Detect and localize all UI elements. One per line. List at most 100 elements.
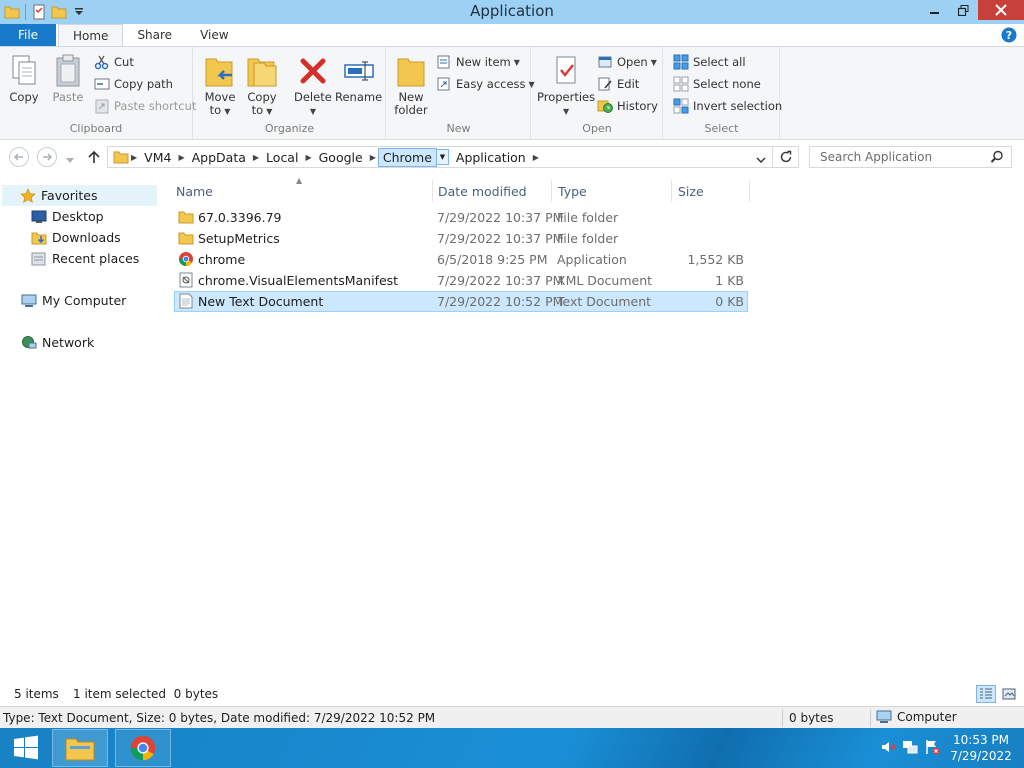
column-header-name[interactable]: Name xyxy=(176,180,432,202)
breadcrumb-appdata[interactable]: AppData xyxy=(187,150,251,165)
invert-selection-button[interactable]: Invert selection xyxy=(672,96,782,116)
selected-size: 0 bytes xyxy=(789,711,834,725)
select-all-button[interactable]: Select all xyxy=(672,52,746,72)
copy-button[interactable]: Copy xyxy=(6,51,42,104)
file-type: File folder xyxy=(557,210,619,225)
clock[interactable]: 10:53 PM 7/29/2022 xyxy=(946,732,1016,764)
delete-button[interactable]: Delete ▼ xyxy=(294,51,332,118)
search-icon[interactable] xyxy=(990,150,1004,167)
details-view-button[interactable] xyxy=(976,685,996,703)
computer-icon xyxy=(20,293,38,309)
taskbar-chrome[interactable] xyxy=(115,729,171,767)
file-size: 0 KB xyxy=(715,294,744,309)
history-icon xyxy=(596,97,614,115)
file-size: 1 KB xyxy=(715,273,744,288)
file-row[interactable]: SetupMetrics 7/29/2022 10:37 PM File fol… xyxy=(174,228,748,249)
breadcrumb-vm4[interactable]: VM4 xyxy=(139,150,176,165)
action-center-icon[interactable] xyxy=(924,739,940,758)
customize-qat-icon[interactable] xyxy=(69,1,89,23)
scissors-icon xyxy=(93,53,111,71)
paste-button[interactable]: Paste xyxy=(50,51,86,104)
computer-icon xyxy=(876,710,892,723)
nav-downloads[interactable]: Downloads xyxy=(30,227,121,248)
open-button[interactable]: Open ▼ xyxy=(596,52,657,72)
minimize-button[interactable] xyxy=(920,0,949,20)
file-row[interactable]: 67.0.3396.79 7/29/2022 10:37 PM File fol… xyxy=(174,207,748,228)
ribbon-home: Copy Paste Cut Copy path Paste shortcut xyxy=(0,46,1024,140)
file-date: 7/29/2022 10:52 PM xyxy=(437,294,564,309)
address-folder-icon xyxy=(108,149,129,165)
new-folder-qat-icon[interactable] xyxy=(49,1,69,23)
file-row-selected[interactable]: New Text Document 7/29/2022 10:52 PM Tex… xyxy=(174,291,748,312)
history-button[interactable]: History xyxy=(596,96,658,116)
quick-access-toolbar xyxy=(0,0,89,24)
volume-muted-icon[interactable] xyxy=(880,739,896,758)
search-input[interactable] xyxy=(818,149,988,165)
move-to-icon xyxy=(202,51,238,91)
nav-desktop[interactable]: Desktop xyxy=(30,206,104,227)
restore-button[interactable] xyxy=(949,0,978,20)
close-button[interactable] xyxy=(978,0,1024,20)
nav-recent-places[interactable]: Recent places xyxy=(30,248,139,269)
start-button[interactable] xyxy=(6,729,46,767)
move-to-button[interactable]: Move to ▼ xyxy=(202,51,238,118)
column-header-date-modified[interactable]: Date modified xyxy=(438,180,552,202)
nav-network[interactable]: Network xyxy=(20,332,94,353)
folder-icon xyxy=(178,209,194,225)
breadcrumb-application[interactable]: Application xyxy=(451,150,531,165)
tab-view[interactable]: View xyxy=(186,24,242,46)
refresh-icon xyxy=(780,150,791,163)
copy-path-icon xyxy=(93,75,111,93)
copy-to-button[interactable]: Copy to ▼ xyxy=(244,51,280,118)
breadcrumb-chrome-dropdown[interactable]: ▼ xyxy=(435,149,449,165)
properties-qat-icon[interactable] xyxy=(29,1,49,23)
up-arrow-icon[interactable] xyxy=(86,149,102,168)
forward-button[interactable] xyxy=(37,147,57,167)
taskbar-file-explorer[interactable] xyxy=(52,729,108,767)
nav-favorites[interactable]: Favorites xyxy=(2,185,157,206)
search-box[interactable] xyxy=(809,146,1012,168)
group-label-select: Select xyxy=(704,122,739,135)
file-size: 1,552 KB xyxy=(687,252,744,267)
paste-shortcut-button[interactable]: Paste shortcut xyxy=(93,96,196,116)
easy-access-button[interactable]: Easy access ▼ xyxy=(435,74,535,94)
group-clipboard: Copy Paste Cut Copy path Paste shortcut xyxy=(0,47,196,139)
file-name: chrome.VisualElementsManifest xyxy=(198,273,399,288)
paste-shortcut-icon xyxy=(93,97,111,115)
rename-button[interactable]: Rename xyxy=(335,51,382,104)
new-item-button[interactable]: New item ▼ xyxy=(435,52,520,72)
select-none-button[interactable]: Select none xyxy=(672,74,761,94)
downloads-icon xyxy=(30,230,48,246)
breadcrumb-google[interactable]: Google xyxy=(314,150,368,165)
recent-locations-icon[interactable] xyxy=(66,153,74,167)
nav-my-computer[interactable]: My Computer xyxy=(20,290,126,311)
back-button[interactable] xyxy=(9,147,29,167)
properties-button[interactable]: Properties ▼ xyxy=(537,51,595,118)
file-row[interactable]: chrome.VisualElementsManifest 7/29/2022 … xyxy=(174,270,748,291)
network-icon xyxy=(20,335,38,351)
column-header-size[interactable]: Size xyxy=(678,180,748,202)
cut-button[interactable]: Cut xyxy=(93,52,134,72)
copy-path-button[interactable]: Copy path xyxy=(93,74,173,94)
new-folder-button[interactable]: New folder xyxy=(393,51,429,117)
tab-home[interactable]: Home xyxy=(58,24,124,46)
tab-share[interactable]: Share xyxy=(123,24,186,46)
file-date: 7/29/2022 10:37 PM xyxy=(437,210,564,225)
folder-icon xyxy=(178,230,194,246)
address-bar[interactable]: ▶ VM4 ▶ AppData ▶ Local ▶ Google ▶ Chrom… xyxy=(107,146,773,168)
help-icon[interactable]: ? xyxy=(1000,26,1018,44)
edit-button[interactable]: Edit xyxy=(596,74,639,94)
refresh-button[interactable] xyxy=(773,146,799,168)
address-history-dropdown[interactable] xyxy=(756,152,766,167)
breadcrumb-local[interactable]: Local xyxy=(261,150,303,165)
column-header-type[interactable]: Type xyxy=(558,180,670,202)
app-folder-icon[interactable] xyxy=(2,1,22,23)
large-icons-view-button[interactable] xyxy=(999,685,1019,703)
breadcrumb-chrome[interactable]: Chrome xyxy=(377,147,437,167)
large-icons-view-icon xyxy=(1002,688,1016,700)
file-row[interactable]: chrome 6/5/2018 9:25 PM Application 1,55… xyxy=(174,249,748,270)
svg-text:?: ? xyxy=(1006,29,1012,42)
network-tray-icon[interactable] xyxy=(902,739,918,758)
details-view-icon xyxy=(980,688,992,699)
tab-file[interactable]: File xyxy=(0,24,56,46)
